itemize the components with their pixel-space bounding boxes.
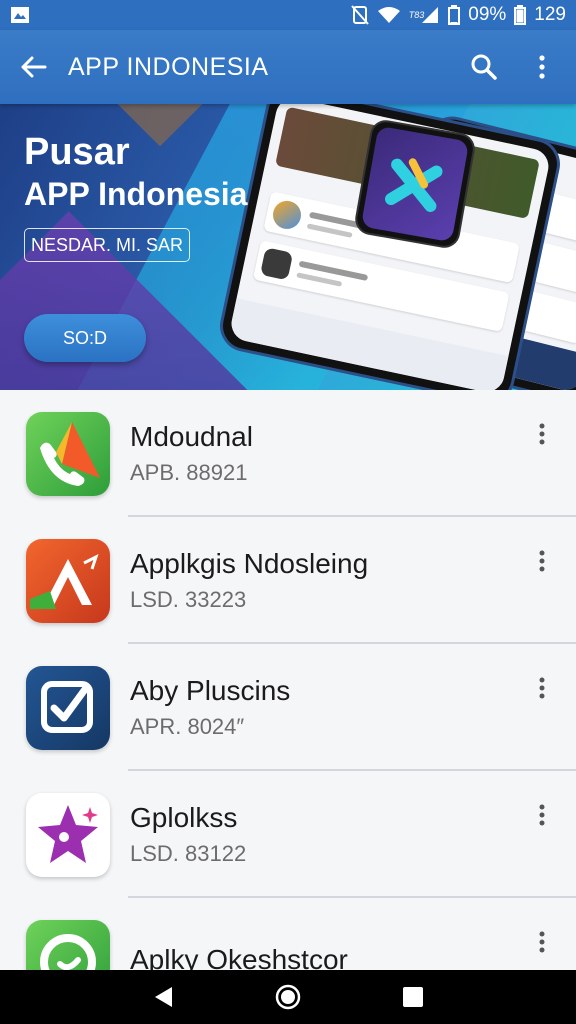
more-vert-icon[interactable] [530,795,554,835]
app-meta: LSD. 33223 [130,586,247,612]
promo-banner[interactable]: Pusar APP Indonesia NESDAR. MI. SAR SO:D [0,104,576,390]
page-title: APP INDONESIA [68,52,269,81]
home-circle-icon[interactable] [272,981,304,1013]
system-nav-bar [0,970,576,1024]
clock: 129 [534,4,566,25]
app-name: Aplky Okeshstcor [130,943,348,971]
battery-percent: 09% [468,4,507,25]
recents-square-icon[interactable] [397,981,429,1013]
star-app-icon [26,792,110,877]
app-meta: LSD. 83122 [130,840,247,866]
list-item[interactable]: Gplolkss LSD. 83122 [0,771,576,898]
banner-title: Pusar APP Indonesia [24,130,247,214]
app-name: Applkgis Ndosleing [130,547,369,579]
app-name: Aby Pluscins [130,674,291,706]
more-vert-icon[interactable] [530,541,554,581]
app-meta: APB. 88921 [130,459,248,485]
list-item[interactable]: Applkgis Ndosleing LSD. 33223 [0,517,576,644]
banner-action-button[interactable]: SO:D [24,314,146,362]
chat-app-icon [26,919,110,970]
phone-arrow-app-icon [26,411,110,496]
battery-icon [448,5,461,25]
banner-tag: NESDAR. MI. SAR [24,228,190,262]
banner-phone-illustration-small [352,117,478,251]
gallery-notification-icon [10,6,30,24]
app-name: Gplolkss [130,801,238,833]
back-triangle-icon[interactable] [147,981,179,1013]
list-item[interactable]: Mdoudnal APB. 88921 [0,390,576,517]
mute-icon [351,5,369,25]
battery-small-icon [514,5,527,25]
banner-title-line1: Pusar [24,131,130,173]
list-item[interactable]: Aplky Okeshstcor [0,898,576,970]
app-meta: APR. 8024″ [130,713,245,739]
app-name: Mdoudnal [130,420,253,452]
more-vert-icon[interactable] [530,414,554,454]
search-icon[interactable] [468,51,500,83]
app-bar: APP INDONESIA [0,30,576,104]
list-item[interactable]: Aby Pluscins APR. 8024″ [0,644,576,771]
wifi-icon [377,6,401,24]
more-vert-icon[interactable] [526,51,558,83]
triangle-app-icon [26,538,110,623]
app-list: Mdoudnal APB. 88921 Applkgis Ndosleing L… [0,390,576,970]
more-vert-icon[interactable] [530,668,554,708]
signal-icon: T83 [409,6,441,24]
more-vert-icon[interactable] [530,922,554,962]
back-arrow-icon[interactable] [18,51,50,83]
banner-title-line2: APP Indonesia [24,176,248,212]
status-bar: T83 09% 129 [0,0,576,30]
checkbox-app-icon [26,665,110,750]
